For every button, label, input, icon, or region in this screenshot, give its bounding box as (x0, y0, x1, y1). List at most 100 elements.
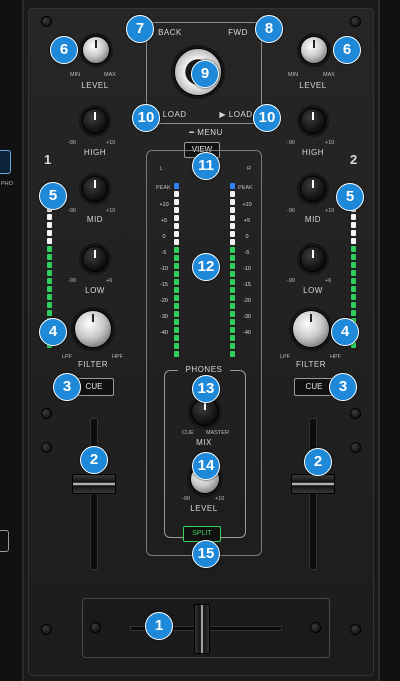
screw (350, 624, 361, 635)
callout-11: 11 (192, 152, 220, 180)
callout-13: 13 (192, 375, 220, 403)
low-min-label: -90 (287, 278, 295, 284)
deck-number-right: 2 (350, 152, 358, 167)
low-max-label: +6 (106, 278, 113, 284)
high-eq-knob-left[interactable] (82, 108, 108, 134)
callout-6: 6 (50, 36, 78, 64)
mid-min-label: -90 (68, 208, 76, 214)
meter-segment (230, 231, 235, 237)
level-knob-left[interactable] (82, 36, 110, 64)
meter-scale-label: -15 (243, 282, 251, 288)
meter-segment (174, 215, 179, 221)
cue-button-right[interactable]: CUE (294, 378, 334, 396)
meter-segment (351, 294, 356, 300)
level-knob-right[interactable] (300, 36, 328, 64)
channel-fader-left[interactable] (72, 474, 116, 494)
callout-9: 9 (191, 60, 219, 88)
meter-scale-label: -10 (243, 266, 251, 272)
mid-eq-knob-right[interactable] (300, 176, 326, 202)
callout-4: 4 (331, 318, 359, 346)
load-right-button[interactable]: ▶ LOAD (214, 110, 258, 119)
meter-segment (47, 286, 52, 292)
meter-segment (47, 294, 52, 300)
meter-scale-label: -30 (243, 314, 251, 320)
master-meter-left (174, 183, 179, 357)
meter-scale-label: -40 (160, 330, 168, 336)
screw (41, 16, 52, 27)
meter-segment (174, 311, 179, 317)
meter-segment (47, 230, 52, 236)
meter-segment (230, 343, 235, 349)
meter-scale-label: +5 (243, 218, 251, 224)
level-min-label: MIN (70, 72, 81, 78)
mid-eq-knob-left[interactable] (82, 176, 108, 202)
high-min-label: -90 (68, 140, 76, 146)
level-label-left: LEVEL (81, 81, 109, 90)
meter-scale-label: 0 (245, 234, 249, 240)
meter-segment (351, 270, 356, 276)
meter-segment (174, 287, 179, 293)
meter-segment (47, 270, 52, 276)
mid-label-left: MID (86, 215, 104, 224)
meter-segment (351, 222, 356, 228)
callout-3: 3 (53, 373, 81, 401)
high-max-label: +10 (325, 140, 335, 146)
callout-14: 14 (192, 452, 220, 480)
fwd-button[interactable]: FWD (216, 28, 260, 37)
meter-segment (174, 199, 179, 205)
phones-level-min: -90 (182, 496, 190, 502)
meter-segment (351, 286, 356, 292)
low-eq-knob-right[interactable] (300, 246, 326, 272)
left-edge-text: PHO (1, 181, 13, 187)
low-label-left: LOW (85, 286, 105, 295)
callout-15: 15 (192, 540, 220, 568)
meter-segment (230, 279, 235, 285)
meter-segment (47, 214, 52, 220)
meter-segment (174, 327, 179, 333)
meter-segment (230, 199, 235, 205)
phones-level-max: +10 (215, 496, 225, 502)
meter-segment (230, 271, 235, 277)
low-min-label: -90 (68, 278, 76, 284)
filter-knob-left[interactable] (74, 310, 112, 348)
callout-1: 1 (145, 612, 173, 640)
meter-scale-label: -40 (243, 330, 251, 336)
meter-segment (47, 302, 52, 308)
screw (310, 622, 321, 633)
channel-fader-right[interactable] (291, 474, 335, 494)
meter-right-channel-label: R (247, 166, 251, 172)
mid-label-right: MID (304, 215, 322, 224)
master-meter-right (230, 183, 235, 357)
meter-segment (230, 295, 235, 301)
meter-segment (47, 222, 52, 228)
deck-number-left: 1 (44, 152, 52, 167)
meter-segment (230, 247, 235, 253)
low-eq-knob-left[interactable] (82, 246, 108, 272)
meter-segment (174, 247, 179, 253)
meter-segment (230, 311, 235, 317)
meter-segment (351, 254, 356, 260)
menu-label: ━ MENU (189, 128, 223, 137)
meter-segment (47, 254, 52, 260)
meter-segment (230, 183, 235, 189)
callout-5: 5 (336, 183, 364, 211)
meter-segment (174, 343, 179, 349)
screw (41, 408, 52, 419)
channel-fader-track-left (90, 418, 98, 570)
meter-scale-label: -5 (161, 250, 167, 256)
high-eq-knob-right[interactable] (300, 108, 326, 134)
screw (350, 408, 361, 419)
back-button[interactable]: BACK (148, 28, 192, 37)
meter-segment (230, 255, 235, 261)
meter-scale-left: +10 +5 0 -5 -10 -15 -20 -30 -40 (155, 202, 173, 336)
callout-4: 4 (39, 318, 67, 346)
peak-left-label: PEAK (156, 185, 171, 191)
meter-scale-label: +5 (160, 218, 168, 224)
crossfader[interactable] (194, 604, 210, 654)
filter-knob-right[interactable] (292, 310, 330, 348)
meter-segment (174, 279, 179, 285)
meter-scale-label: -5 (244, 250, 250, 256)
meter-segment (174, 207, 179, 213)
meter-segment (351, 262, 356, 268)
high-max-label: +10 (106, 140, 116, 146)
